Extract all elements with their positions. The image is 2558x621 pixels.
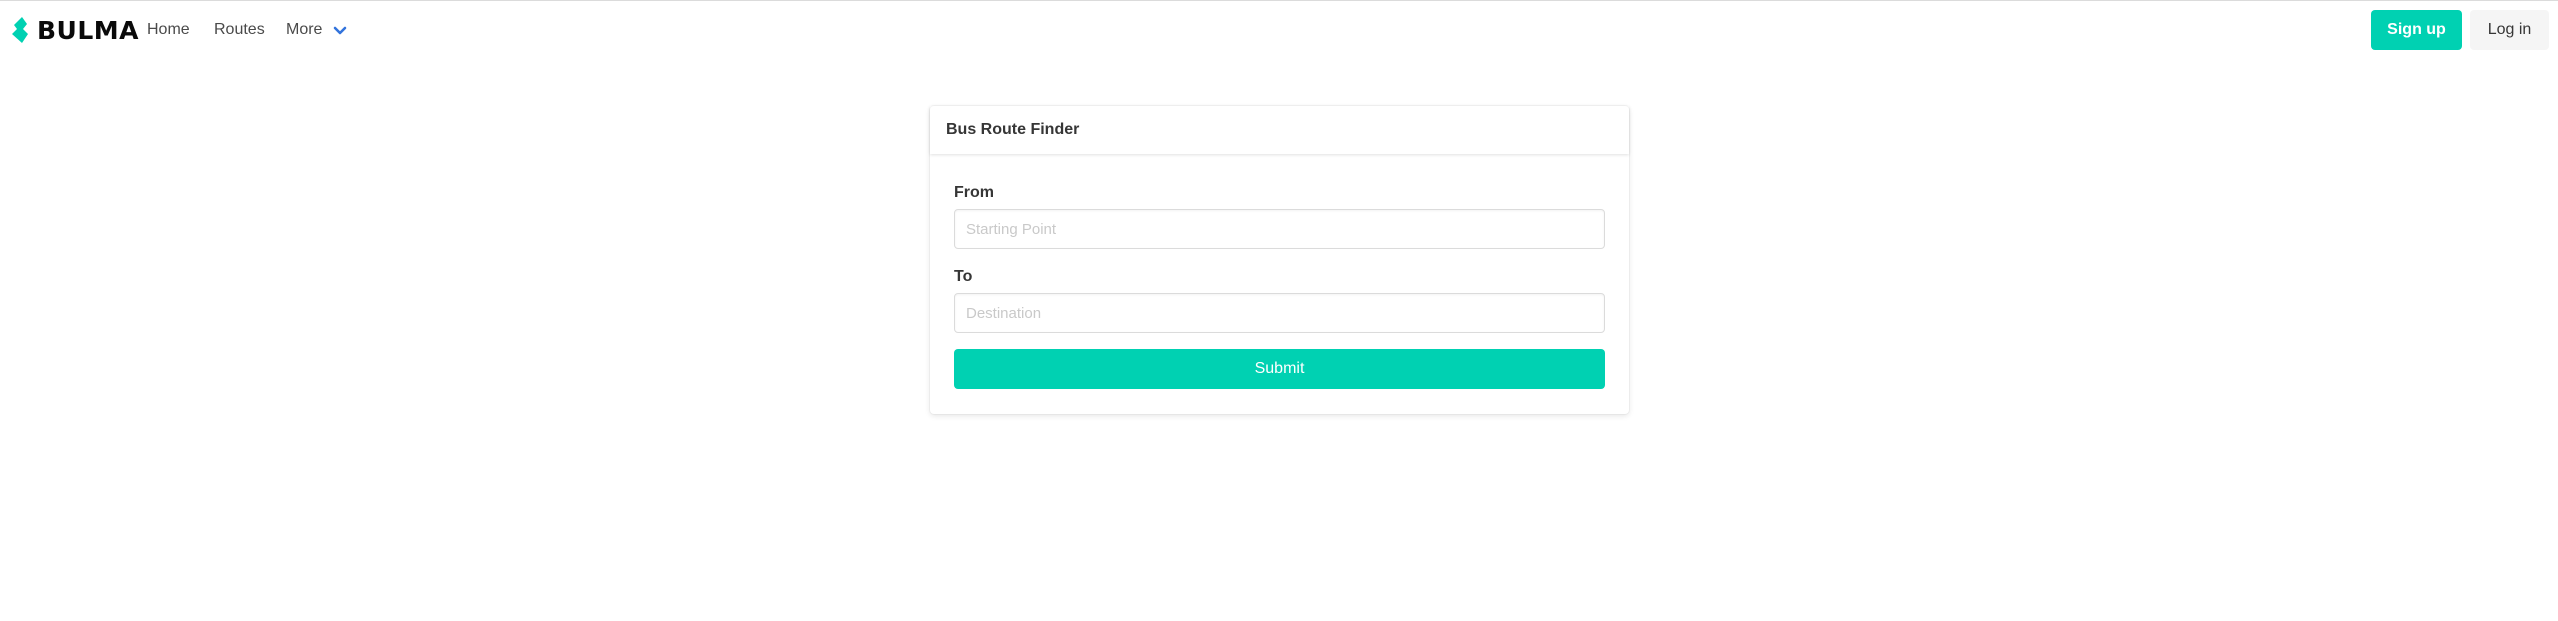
to-label: To <box>954 268 973 285</box>
nav-item-more-dropdown[interactable]: More <box>286 19 347 41</box>
login-button[interactable]: Log in <box>2470 10 2549 50</box>
bulma-logo-icon <box>12 17 28 43</box>
to-input[interactable] <box>954 293 1605 333</box>
from-label: From <box>954 184 994 201</box>
route-finder-card: Bus Route Finder From To Submit <box>930 106 1629 414</box>
card-header: Bus Route Finder <box>930 106 1629 154</box>
nav-item-routes[interactable]: Routes <box>214 19 265 41</box>
submit-button[interactable]: Submit <box>954 349 1605 389</box>
chevron-down-icon <box>334 26 347 34</box>
nav-item-home[interactable]: Home <box>147 19 190 41</box>
brand-name: BULMA <box>37 15 140 45</box>
brand-logo[interactable]: BULMA <box>10 15 139 45</box>
navbar: BULMA Home Routes More Sign up Log in <box>0 1 2558 59</box>
nav-item-more-label: More <box>286 21 323 38</box>
signup-button[interactable]: Sign up <box>2371 10 2462 50</box>
card-title: Bus Route Finder <box>946 121 1080 138</box>
from-input[interactable] <box>954 209 1605 249</box>
